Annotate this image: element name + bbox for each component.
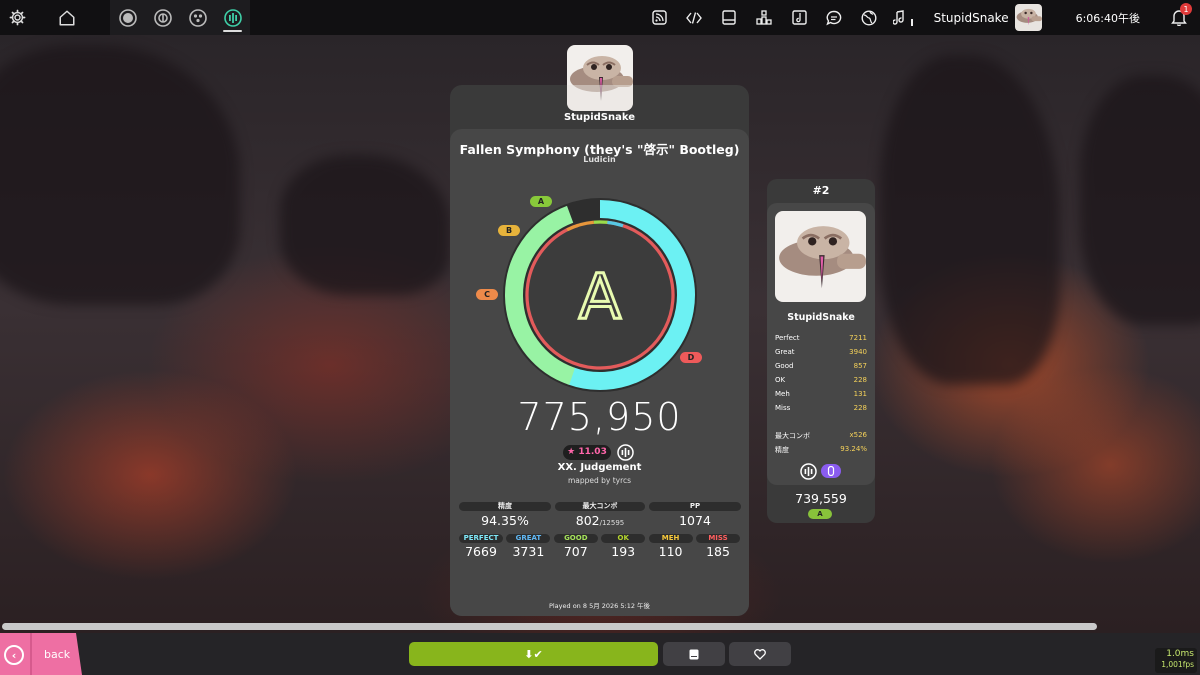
compare-player-avatar[interactable] [775, 211, 866, 302]
now-playing-music-icon[interactable] [887, 0, 922, 35]
hit-label-miss: MISS [696, 534, 740, 543]
settings-gear-icon[interactable] [0, 0, 35, 35]
ruleset-catch-icon[interactable] [180, 0, 215, 35]
beatmap-artist: Ludicin [583, 155, 616, 164]
horizontal-scrollbar[interactable] [2, 623, 1097, 630]
frame-rate: 1,001fps [1161, 660, 1194, 669]
accuracy-ring: A [503, 198, 697, 392]
hit-value-ok: 193 [611, 544, 636, 559]
compare-stat-label: Great [775, 348, 795, 356]
compare-stat-row: Perfect 7211 [775, 334, 867, 342]
hit-label-meh: MEH [648, 534, 693, 543]
back-button-divider [30, 633, 32, 675]
compare-stat-label: OK [775, 376, 786, 384]
compare-stat-label: Good [775, 362, 794, 370]
compare-stat-value: 228 [853, 404, 867, 412]
compare-stat-label: 精度 [775, 446, 789, 454]
changelog-code-icon[interactable] [677, 0, 712, 35]
back-label[interactable]: back [44, 648, 70, 661]
compare-stat-row: Good 857 [775, 362, 867, 370]
hit-value-great: 3731 [512, 544, 545, 559]
played-date: Played on 8 5月 2026 5:12 午後 [548, 602, 651, 610]
grade-tag-c: C [476, 289, 498, 300]
mania-mode-icon [617, 444, 634, 461]
compare-grade-badge: A [808, 509, 832, 519]
ruleset-mania-icon[interactable] [215, 0, 250, 35]
compare-total-score: 739,559 [795, 491, 847, 506]
difficulty-name: XX. Judgement [557, 462, 642, 473]
compare-stat-row: 精度 93.24% [775, 445, 867, 455]
compare-mod-badge-icon [821, 464, 841, 478]
book-icon [689, 649, 699, 659]
compare-stat-row: 最大コンボ x526 [775, 431, 867, 441]
heart-icon [754, 648, 766, 660]
compare-stat-value: 857 [853, 362, 867, 370]
frame-time: 1.0ms [1166, 649, 1194, 659]
max-combo-label: 最大コンボ [555, 502, 645, 511]
hit-label-good: GOOD [553, 534, 598, 543]
home-icon[interactable] [49, 0, 84, 35]
star-rating-badge: ★ 11.03 [563, 445, 611, 460]
compare-stat-value: 131 [853, 390, 867, 398]
hit-value-perfect: 7669 [465, 544, 497, 559]
notification-count-badge: 1 [1180, 3, 1192, 15]
mapper-credit: mapped by tyrcs [567, 476, 632, 485]
favourite-button[interactable] [729, 642, 791, 666]
compare-stat-row: Miss 228 [775, 404, 867, 412]
compare-stat-value: x526 [849, 431, 867, 439]
compare-stat-value: 93.24% [840, 445, 867, 453]
ruleset-selector [110, 0, 250, 35]
pp-value: 1074 [679, 513, 711, 528]
news-rss-icon[interactable] [642, 0, 677, 35]
grade-tag-d: D [680, 352, 702, 363]
grade-tag-a: A [530, 196, 552, 207]
beatmap-listing-icon[interactable] [782, 0, 817, 35]
beatmap-info-button[interactable] [663, 642, 725, 666]
compare-player-name[interactable]: StupidSnake [767, 312, 875, 323]
toolbar: StupidSnake 6:06:40午後 1 [0, 0, 1200, 35]
compare-stat-row: Great 3940 [775, 348, 867, 356]
accuracy-value: 94.35% [481, 513, 529, 528]
compare-stat-value: 3940 [849, 348, 867, 356]
max-combo-total: /12595 [599, 519, 625, 527]
wiki-book-icon[interactable] [712, 0, 747, 35]
user-avatar[interactable] [1014, 4, 1042, 31]
clock: 6:06:40午後 [1075, 11, 1140, 25]
accuracy-label: 精度 [459, 502, 551, 511]
compare-stat-label: Miss [775, 404, 791, 412]
hit-value-good: 707 [563, 544, 588, 559]
compare-rank: #2 [812, 184, 830, 197]
max-combo-value: 802/12595 [575, 513, 625, 528]
hit-label-ok: OK [601, 534, 646, 543]
compare-stat-row: OK 228 [775, 376, 867, 384]
grade-tag-b: B [498, 225, 520, 236]
total-score: 775,950 [517, 395, 682, 439]
compare-stat-label: Perfect [775, 334, 800, 342]
hit-label-perfect: PERFECT [459, 534, 503, 543]
chat-icon[interactable] [817, 0, 852, 35]
download-replay-button[interactable]: ⬇✔ [409, 642, 658, 666]
compare-stat-value: 228 [853, 376, 867, 384]
compare-stat-label: Meh [775, 390, 790, 398]
fps-counter: 1.0ms 1,001fps [1155, 648, 1197, 673]
ruleset-osu-icon[interactable] [110, 0, 145, 35]
user-name[interactable]: StupidSnake [934, 11, 1009, 25]
globe-dashboard-icon[interactable] [852, 0, 887, 35]
compare-stat-label: 最大コンボ [775, 432, 810, 440]
pp-label: PP [649, 502, 741, 511]
hit-label-great: GREAT [506, 534, 551, 543]
ruleset-taiko-icon[interactable] [145, 0, 180, 35]
hit-value-miss: 185 [706, 544, 730, 559]
notifications-bell-icon[interactable]: 1 [1164, 0, 1194, 35]
player-name[interactable]: StupidSnake [450, 112, 749, 123]
player-avatar[interactable] [567, 45, 633, 111]
hit-value-meh: 110 [658, 544, 683, 559]
grade-letter: A [579, 260, 621, 333]
compare-stat-value: 7211 [849, 334, 867, 342]
rankings-icon[interactable] [747, 0, 782, 35]
back-chevron-icon[interactable]: ‹ [4, 645, 24, 665]
compare-stat-row: Meh 131 [775, 390, 867, 398]
compare-mania-mode-icon [800, 463, 817, 480]
